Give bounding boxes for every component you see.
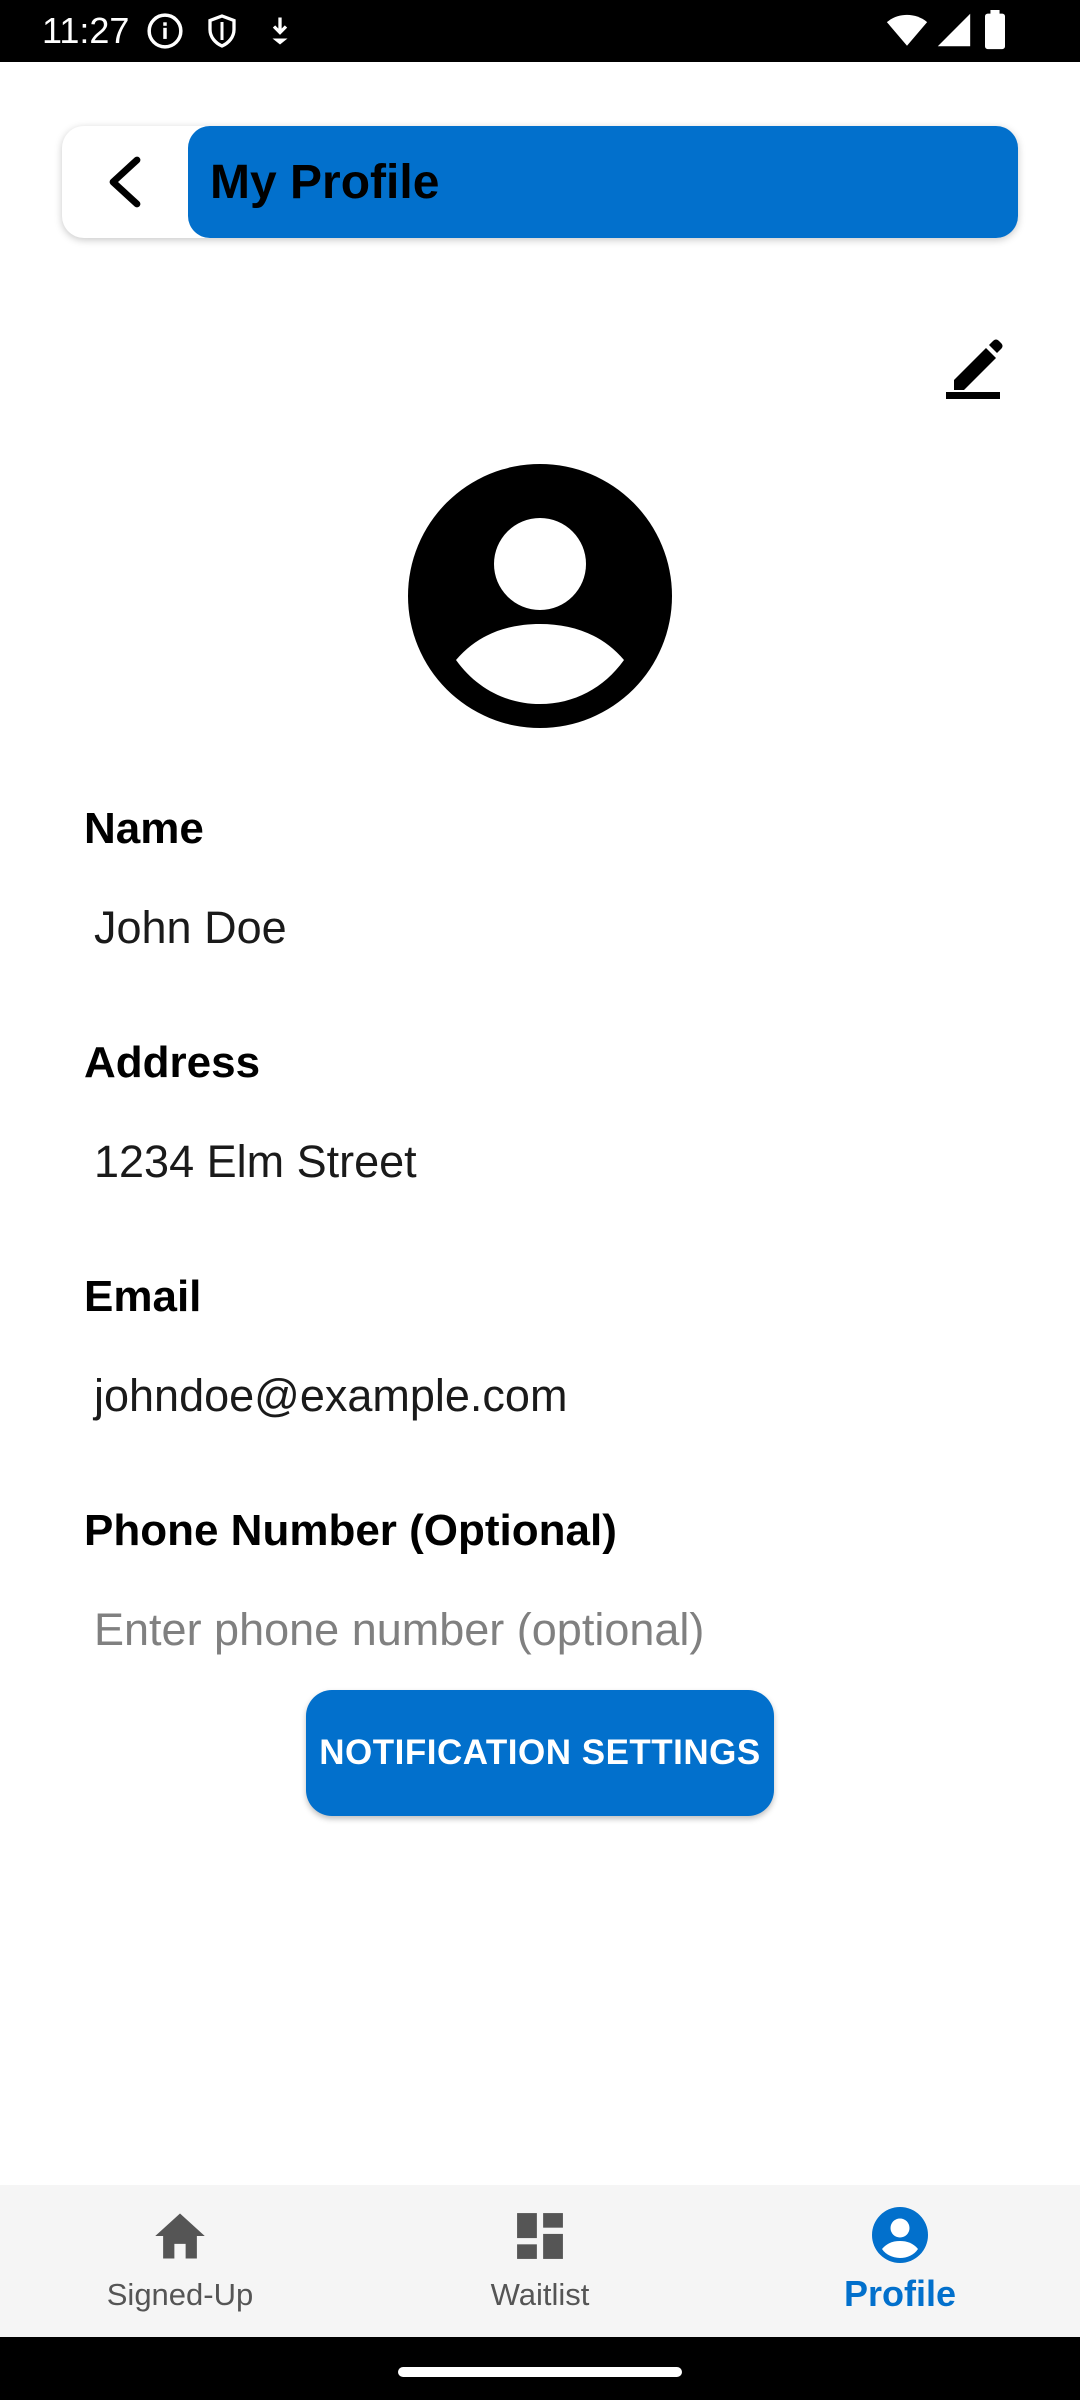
info-icon [146, 12, 184, 50]
account-circle-icon [408, 464, 672, 732]
account-circle-icon [872, 2207, 928, 2268]
profile-screen: 11:27 My Profile Name John Doe Address 1… [0, 0, 1080, 2400]
phone-input[interactable] [84, 1595, 984, 1665]
back-button[interactable] [62, 126, 188, 238]
home-icon [153, 2211, 207, 2266]
gesture-bar [0, 2337, 1080, 2400]
bottom-navigation: Signed-Up Waitlist Profile [0, 2185, 1080, 2337]
notification-settings-button[interactable]: NOTIFICATION SETTINGS [306, 1690, 774, 1816]
page-title: My Profile [210, 155, 440, 209]
phone-label: Phone Number (Optional) [84, 1506, 617, 1555]
signal-icon [936, 12, 972, 48]
edit-profile-button[interactable] [944, 334, 1008, 400]
page-title-bar: My Profile [188, 126, 1018, 238]
nav-label-waitlist: Waitlist [490, 2277, 590, 2312]
email-value: johndoe@example.com [94, 1370, 568, 1421]
avatar [408, 464, 672, 728]
download-icon [262, 12, 298, 50]
status-time: 11:27 [42, 10, 130, 51]
wifi-icon [886, 12, 928, 48]
home-gesture-handle[interactable] [398, 2367, 682, 2377]
status-bar: 11:27 [0, 0, 1080, 62]
nav-item-profile[interactable]: Profile [720, 2185, 1080, 2337]
address-label: Address [84, 1038, 261, 1087]
nav-item-signed-up[interactable]: Signed-Up [0, 2185, 360, 2337]
name-value: John Doe [94, 902, 287, 953]
email-label: Email [84, 1272, 202, 1321]
battery-icon [984, 10, 1006, 50]
name-label: Name [84, 804, 204, 853]
dashboard-icon [515, 2211, 565, 2266]
shield-icon [204, 12, 240, 50]
address-value: 1234 Elm Street [94, 1136, 417, 1187]
nav-item-waitlist[interactable]: Waitlist [360, 2185, 720, 2337]
chevron-left-icon [103, 154, 147, 210]
pencil-icon [944, 339, 1008, 404]
nav-label-signed-up: Signed-Up [106, 2277, 254, 2312]
nav-label-profile: Profile [843, 2273, 957, 2314]
